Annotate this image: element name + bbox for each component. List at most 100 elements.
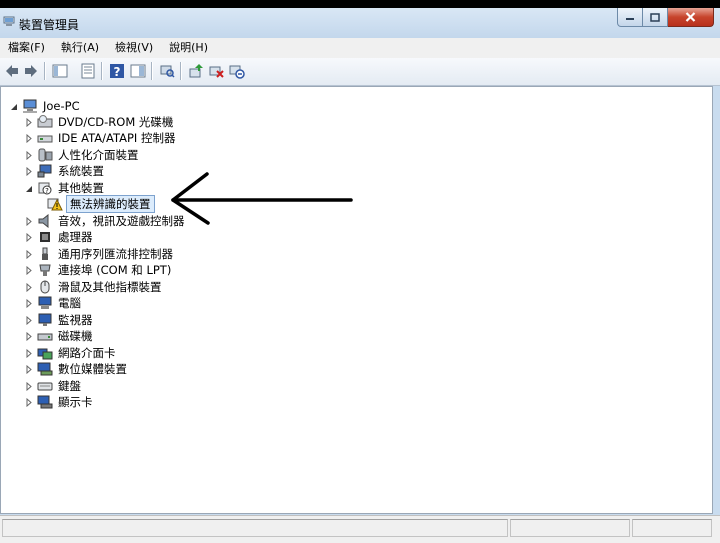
update-driver-icon[interactable] <box>188 63 204 79</box>
properties-icon[interactable] <box>80 63 96 79</box>
title-bar[interactable]: 裝置管理員 <box>0 8 720 38</box>
toolbar-separator <box>180 62 182 80</box>
category-label: DVD/CD-ROM 光碟機 <box>58 115 174 129</box>
maximize-button[interactable] <box>643 8 668 27</box>
status-pane-main <box>2 519 508 537</box>
expand-arrow-icon[interactable] <box>24 232 33 242</box>
toolbar-separator <box>101 62 103 80</box>
category-label: 通用序列匯流排控制器 <box>58 247 173 261</box>
expand-arrow-icon[interactable] <box>24 133 33 143</box>
expand-arrow-icon[interactable] <box>24 150 33 160</box>
expand-arrow-icon[interactable] <box>24 331 33 341</box>
expand-arrow-icon[interactable] <box>24 282 33 292</box>
forward-icon[interactable] <box>23 63 39 79</box>
category-label: 其他裝置 <box>58 181 104 195</box>
help-icon[interactable]: ? <box>109 63 125 79</box>
menu-action[interactable]: 執行(A) <box>53 38 107 58</box>
menu-view[interactable]: 檢視(V) <box>107 38 161 58</box>
speaker-icon <box>38 214 49 228</box>
window-border <box>713 86 720 514</box>
category-label: 網路介面卡 <box>58 346 116 360</box>
category-label: 鍵盤 <box>58 379 81 393</box>
category-system[interactable]: 系統裝置 <box>24 163 106 179</box>
collapse-arrow-icon[interactable] <box>24 184 33 193</box>
device-unknown[interactable]: 無法辨識的裝置 <box>39 195 155 213</box>
svg-text:?: ? <box>114 65 121 79</box>
category-disk[interactable]: 磁碟機 <box>24 328 95 344</box>
warning-device-icon <box>47 198 63 211</box>
show-hide-tree-icon[interactable] <box>52 63 68 79</box>
category-monitor[interactable]: 監視器 <box>24 312 95 328</box>
digital-media-icon <box>37 362 53 376</box>
device-manager-window: 裝置管理員 檔案(F) 執行(A) 檢視(V) 說明(H) ? Joe-PC D… <box>0 8 720 543</box>
close-button[interactable] <box>668 8 714 27</box>
category-media[interactable]: 數位媒體裝置 <box>24 361 129 377</box>
menu-file[interactable]: 檔案(F) <box>0 38 53 58</box>
toolbar: ? <box>0 58 720 86</box>
monitor-icon <box>38 313 52 326</box>
expand-arrow-icon[interactable] <box>24 216 33 226</box>
disk-drive-icon <box>37 333 53 341</box>
dvd-drive-icon <box>37 115 53 128</box>
usb-icon <box>42 247 48 260</box>
maximize-icon <box>650 12 660 22</box>
category-mouse[interactable]: 滑鼠及其他指標裝置 <box>24 279 164 295</box>
expand-arrow-icon[interactable] <box>24 397 33 407</box>
close-icon <box>685 12 696 22</box>
category-network[interactable]: 網路介面卡 <box>24 345 118 361</box>
device-tree: Joe-PC DVD/CD-ROM 光碟機 IDE ATA/ATAPI 控制器 … <box>0 86 713 514</box>
category-hid[interactable]: 人性化介面裝置 <box>24 147 141 163</box>
menu-bar: 檔案(F) 執行(A) 檢視(V) 說明(H) <box>0 38 720 58</box>
window-title: 裝置管理員 <box>19 18 80 32</box>
category-label: 數位媒體裝置 <box>58 362 127 376</box>
svg-text:?: ? <box>45 187 49 195</box>
expand-arrow-icon[interactable] <box>24 166 33 176</box>
disable-icon[interactable] <box>229 63 245 79</box>
category-display[interactable]: 顯示卡 <box>24 394 95 410</box>
category-label: 系統裝置 <box>58 164 104 178</box>
expand-arrow-icon[interactable] <box>24 381 33 391</box>
category-label: 音效，視訊及遊戲控制器 <box>58 214 185 228</box>
display-adapter-icon <box>37 395 53 409</box>
category-other[interactable]: ? 其他裝置 <box>24 180 106 196</box>
expand-arrow-icon[interactable] <box>24 364 33 374</box>
expand-arrow-icon[interactable] <box>24 315 33 325</box>
expand-arrow-icon[interactable] <box>24 298 33 308</box>
category-label: IDE ATA/ATAPI 控制器 <box>58 131 176 145</box>
status-bar <box>0 515 720 543</box>
category-ports[interactable]: 連接埠 (COM 和 LPT) <box>24 262 173 278</box>
minimize-button[interactable] <box>617 8 643 27</box>
expand-arrow-icon[interactable] <box>24 348 33 358</box>
category-processor[interactable]: 處理器 <box>24 229 95 245</box>
menu-help[interactable]: 說明(H) <box>161 38 216 58</box>
scan-hardware-icon[interactable] <box>159 63 175 79</box>
category-label: 處理器 <box>58 230 93 244</box>
port-icon <box>39 264 51 276</box>
category-label: 滑鼠及其他指標裝置 <box>58 280 162 294</box>
console-tree-icon[interactable] <box>130 63 146 79</box>
back-icon[interactable] <box>4 63 20 79</box>
uninstall-icon[interactable] <box>208 63 224 79</box>
category-label: 電腦 <box>58 296 81 310</box>
window-controls <box>617 8 714 28</box>
category-keyboard[interactable]: 鍵盤 <box>24 378 83 394</box>
collapse-arrow-icon[interactable] <box>9 102 18 111</box>
expand-arrow-icon[interactable] <box>24 265 33 275</box>
expand-arrow-icon[interactable] <box>24 249 33 259</box>
category-label: 人性化介面裝置 <box>58 148 139 162</box>
tree-root[interactable]: Joe-PC <box>9 98 82 114</box>
expand-arrow-icon[interactable] <box>24 117 33 127</box>
keyboard-icon <box>37 382 53 391</box>
category-dvd[interactable]: DVD/CD-ROM 光碟機 <box>24 114 175 130</box>
toolbar-separator <box>44 62 46 80</box>
category-computer[interactable]: 電腦 <box>24 295 83 311</box>
processor-icon <box>40 232 50 242</box>
network-adapter-icon <box>37 348 53 360</box>
minimize-icon <box>626 18 634 20</box>
status-pane-secondary <box>510 519 630 537</box>
category-usb[interactable]: 通用序列匯流排控制器 <box>24 246 175 262</box>
category-audio[interactable]: 音效，視訊及遊戲控制器 <box>24 213 187 229</box>
category-ide[interactable]: IDE ATA/ATAPI 控制器 <box>24 130 177 146</box>
mouse-icon <box>40 280 50 294</box>
